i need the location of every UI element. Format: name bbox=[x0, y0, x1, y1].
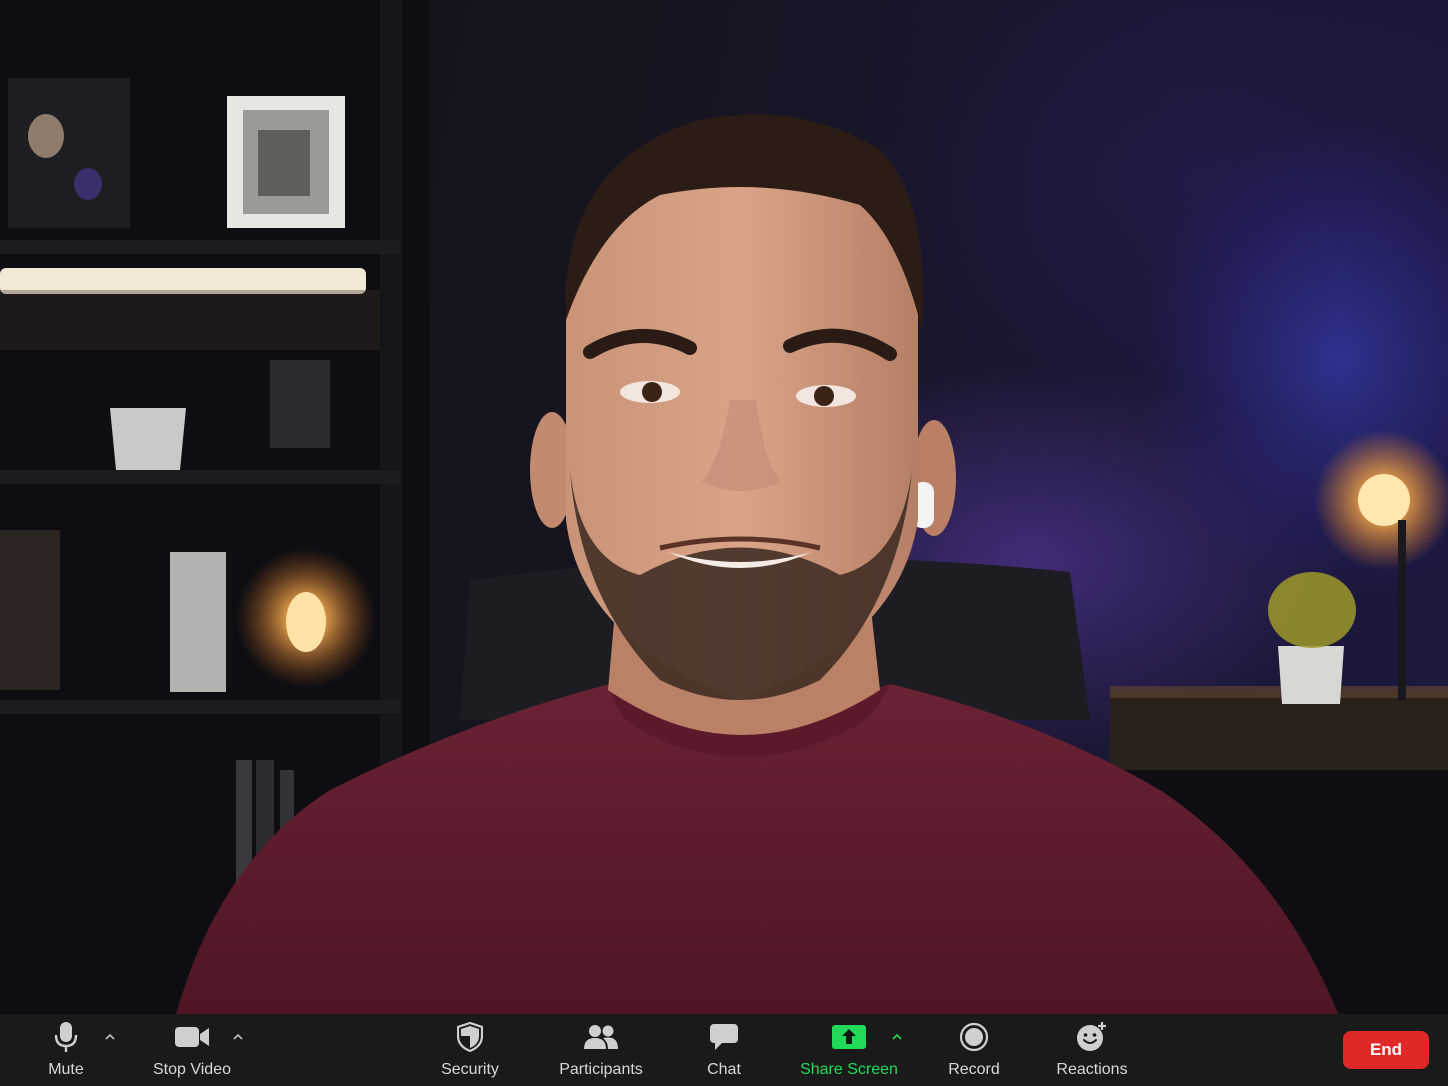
smiley-plus-icon bbox=[1076, 1022, 1108, 1052]
participants-icon bbox=[583, 1022, 619, 1052]
record-button[interactable]: Record bbox=[940, 1014, 1008, 1086]
share-screen-label: Share Screen bbox=[800, 1061, 898, 1078]
chevron-up-icon bbox=[892, 1033, 902, 1040]
share-screen-options-caret[interactable] bbox=[890, 1030, 904, 1044]
share-screen-button[interactable]: Share Screen bbox=[796, 1014, 902, 1086]
meeting-controls-toolbar: Mute Stop Video Security Participants Ch… bbox=[0, 1014, 1448, 1086]
record-label: Record bbox=[948, 1061, 1000, 1078]
chat-bubble-icon bbox=[709, 1022, 739, 1052]
desk-plant-pot bbox=[1278, 646, 1344, 704]
participants-button[interactable]: Participants bbox=[552, 1014, 650, 1086]
chat-button[interactable]: Chat bbox=[694, 1014, 754, 1086]
participant-video-scene bbox=[0, 0, 1448, 1014]
mute-label: Mute bbox=[48, 1061, 84, 1078]
stop-video-button[interactable]: Stop Video bbox=[146, 1014, 238, 1086]
chevron-up-icon bbox=[233, 1033, 243, 1040]
stop-video-label: Stop Video bbox=[153, 1061, 231, 1078]
video-options-caret[interactable] bbox=[231, 1030, 245, 1044]
security-label: Security bbox=[441, 1061, 499, 1078]
share-screen-arrow-icon bbox=[831, 1022, 867, 1052]
chevron-up-icon bbox=[105, 1033, 115, 1040]
end-meeting-button[interactable]: End bbox=[1343, 1031, 1429, 1069]
shield-icon bbox=[457, 1022, 483, 1052]
reactions-label: Reactions bbox=[1056, 1061, 1128, 1078]
chat-label: Chat bbox=[707, 1061, 741, 1078]
audio-options-caret[interactable] bbox=[103, 1030, 117, 1044]
video-camera-icon bbox=[174, 1022, 210, 1052]
participant-video-feed bbox=[0, 0, 1448, 1014]
plant-pot bbox=[110, 408, 186, 470]
reactions-button[interactable]: Reactions bbox=[1052, 1014, 1132, 1086]
security-button[interactable]: Security bbox=[430, 1014, 510, 1086]
mute-button[interactable]: Mute bbox=[30, 1014, 102, 1086]
participants-label: Participants bbox=[559, 1061, 643, 1078]
record-icon bbox=[959, 1022, 989, 1052]
microphone-icon bbox=[54, 1022, 78, 1052]
